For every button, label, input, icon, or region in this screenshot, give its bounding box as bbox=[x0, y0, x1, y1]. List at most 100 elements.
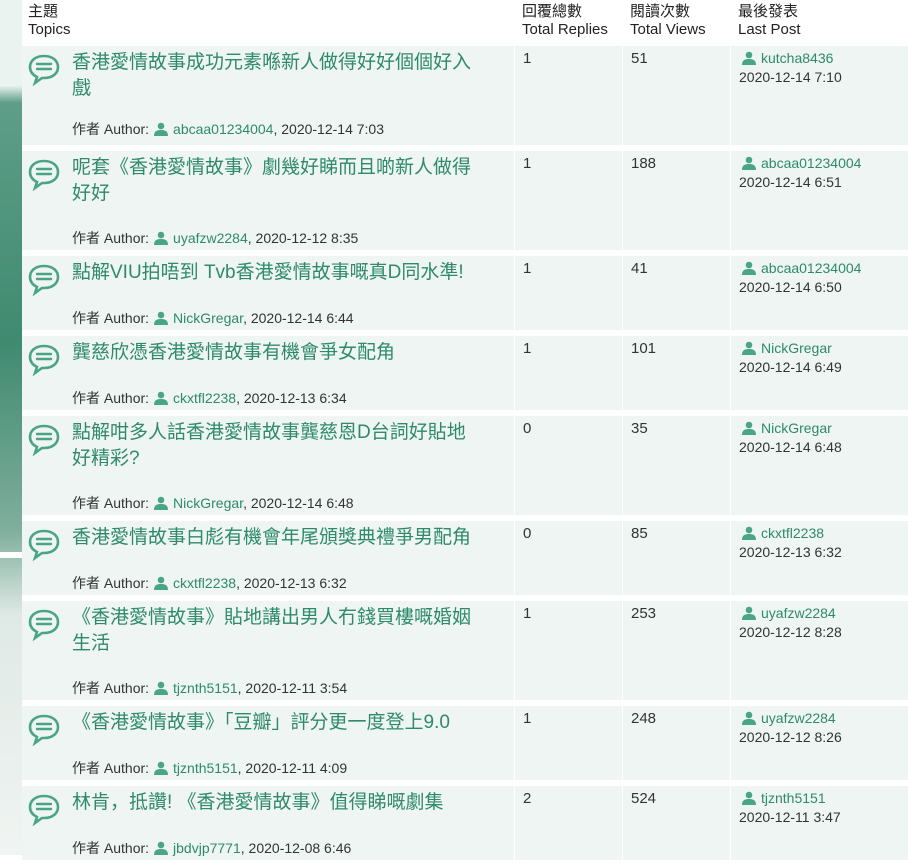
table-header: 主題 Topics 回覆總數 Total Replies 閱讀次數 Total … bbox=[22, 0, 908, 46]
last-post-user-link[interactable]: abcaa01234004 bbox=[761, 155, 861, 171]
post-date: , 2020-12-08 6:46 bbox=[240, 840, 352, 856]
view-count: 51 bbox=[631, 50, 648, 67]
topic-row: 點解咁多人話香港愛情故事龔慈恩D台詞好貼地好精彩? 作者 Author: Nick… bbox=[22, 416, 908, 515]
view-count: 101 bbox=[631, 340, 657, 357]
last-post-user-link[interactable]: kutcha8436 bbox=[761, 50, 833, 66]
header-topics[interactable]: 主題 Topics bbox=[28, 3, 71, 39]
post-date: , 2020-12-13 6:32 bbox=[236, 575, 347, 591]
reply-count: 0 bbox=[523, 525, 532, 542]
last-post: NickGregar 2020-12-14 6:49 bbox=[739, 340, 842, 376]
topic-title-link[interactable]: 點解VIU拍唔到 Tvb香港愛情故事嘅真D同水準! bbox=[72, 260, 472, 286]
last-post-user-link[interactable]: tjznth5151 bbox=[761, 790, 826, 806]
header-replies[interactable]: 回覆總數 Total Replies bbox=[522, 3, 608, 39]
user-icon bbox=[153, 841, 169, 858]
user-icon bbox=[741, 261, 757, 279]
last-post-user-link[interactable]: uyafzw2284 bbox=[761, 605, 836, 621]
last-post-user-link[interactable]: ckxtfl2238 bbox=[761, 525, 824, 541]
header-replies-en: Total Replies bbox=[522, 21, 608, 38]
author-name-link[interactable]: abcaa01234004 bbox=[173, 121, 273, 137]
last-post-user-link[interactable]: uyafzw2284 bbox=[761, 710, 836, 726]
user-icon bbox=[741, 156, 757, 174]
post-date: , 2020-12-12 8:35 bbox=[247, 230, 359, 246]
speech-bubble-icon bbox=[27, 527, 61, 562]
topic-rows: 香港愛情故事成功元素喺新人做得好好個個好入戲 作者 Author: abcaa01… bbox=[22, 46, 908, 860]
author-name-link[interactable]: ckxtfl2238 bbox=[173, 390, 236, 406]
author-name-link[interactable]: tjznth5151 bbox=[173, 680, 238, 696]
topic-title-link[interactable]: 香港愛情故事成功元素喺新人做得好好個個好入戲 bbox=[72, 50, 472, 102]
author-label: 作者 Author: bbox=[72, 495, 150, 511]
post-date: , 2020-12-14 6:48 bbox=[243, 495, 354, 511]
user-icon bbox=[153, 231, 169, 248]
last-post-user-link[interactable]: NickGregar bbox=[761, 340, 832, 356]
replies-cell: 1 bbox=[514, 601, 621, 700]
header-last-post[interactable]: 最後發表 Last Post bbox=[738, 3, 801, 39]
topic-cell: 《香港愛情故事》貼地講出男人冇錢買樓嘅婚姻生活 作者 Author: tjznth… bbox=[22, 601, 514, 700]
last-post-date: 2020-12-13 6:32 bbox=[739, 544, 842, 560]
topic-row: 點解VIU拍唔到 Tvb香港愛情故事嘅真D同水準! 作者 Author: Nick… bbox=[22, 256, 908, 330]
views-cell: 524 bbox=[622, 786, 729, 860]
author-name-link[interactable]: NickGregar bbox=[173, 310, 243, 326]
last-post-cell: ckxtfl2238 2020-12-13 6:32 bbox=[730, 521, 908, 595]
topic-row: 香港愛情故事成功元素喺新人做得好好個個好入戲 作者 Author: abcaa01… bbox=[22, 46, 908, 145]
topic-row: 香港愛情故事白彪有機會年尾頒獎典禮爭男配角 作者 Author: ckxtfl22… bbox=[22, 521, 908, 595]
header-views[interactable]: 閱讀次數 Total Views bbox=[630, 3, 706, 39]
user-icon bbox=[741, 606, 757, 624]
topic-row: 龔慈欣憑香港愛情故事有機會爭女配角 作者 Author: ckxtfl2238, … bbox=[22, 336, 908, 410]
topic-title-link[interactable]: 呢套《香港愛情故事》劇幾好睇而且啲新人做得好好 bbox=[72, 155, 472, 207]
speech-bubble-icon bbox=[27, 157, 61, 192]
author-name-link[interactable]: ckxtfl2238 bbox=[173, 575, 236, 591]
last-post-cell: abcaa01234004 2020-12-14 6:50 bbox=[730, 256, 908, 330]
last-post-cell: abcaa01234004 2020-12-14 6:51 bbox=[730, 151, 908, 250]
last-post-cell: kutcha8436 2020-12-14 7:10 bbox=[730, 46, 908, 145]
topic-title-link[interactable]: 林肯，抵讚! 《香港愛情故事》值得睇嘅劇集 bbox=[72, 790, 472, 816]
last-post-date: 2020-12-12 8:26 bbox=[739, 729, 842, 745]
author-label: 作者 Author: bbox=[72, 680, 150, 696]
last-post-user-link[interactable]: abcaa01234004 bbox=[761, 260, 861, 276]
speech-bubble-icon bbox=[27, 607, 61, 642]
post-date: , 2020-12-11 3:54 bbox=[237, 680, 348, 696]
user-icon bbox=[153, 122, 169, 139]
topic-row: 呢套《香港愛情故事》劇幾好睇而且啲新人做得好好 作者 Author: uyafzw… bbox=[22, 151, 908, 250]
topic-title-link[interactable]: 《香港愛情故事》「豆瓣」評分更一度登上9.0 bbox=[72, 710, 472, 736]
last-post: abcaa01234004 2020-12-14 6:50 bbox=[739, 260, 861, 296]
view-count: 85 bbox=[631, 525, 648, 542]
topic-author: 作者 Author: abcaa01234004, 2020-12-14 7:03 bbox=[72, 119, 384, 139]
topic-author: 作者 Author: uyafzw2284, 2020-12-12 8:35 bbox=[72, 228, 358, 248]
last-post-date: 2020-12-14 6:49 bbox=[739, 359, 842, 375]
author-label: 作者 Author: bbox=[72, 760, 150, 776]
last-post-cell: uyafzw2284 2020-12-12 8:26 bbox=[730, 706, 908, 780]
topic-title-link[interactable]: 香港愛情故事白彪有機會年尾頒獎典禮爭男配角 bbox=[72, 525, 472, 551]
user-icon bbox=[741, 51, 757, 69]
view-count: 35 bbox=[631, 420, 648, 437]
topic-author: 作者 Author: ckxtfl2238, 2020-12-13 6:32 bbox=[72, 573, 347, 593]
view-count: 253 bbox=[631, 605, 657, 622]
replies-cell: 1 bbox=[514, 151, 621, 250]
last-post: kutcha8436 2020-12-14 7:10 bbox=[739, 50, 842, 86]
views-cell: 253 bbox=[622, 601, 729, 700]
last-post-user-link[interactable]: NickGregar bbox=[761, 420, 832, 436]
reply-count: 0 bbox=[523, 420, 532, 437]
author-label: 作者 Author: bbox=[72, 575, 150, 591]
user-icon bbox=[153, 391, 169, 408]
author-name-link[interactable]: NickGregar bbox=[173, 495, 243, 511]
topic-cell: 香港愛情故事白彪有機會年尾頒獎典禮爭男配角 作者 Author: ckxtfl22… bbox=[22, 521, 514, 595]
topic-row: 《香港愛情故事》貼地講出男人冇錢買樓嘅婚姻生活 作者 Author: tjznth… bbox=[22, 601, 908, 700]
views-cell: 188 bbox=[622, 151, 729, 250]
views-cell: 35 bbox=[622, 416, 729, 515]
replies-cell: 1 bbox=[514, 706, 621, 780]
views-cell: 248 bbox=[622, 706, 729, 780]
speech-bubble-icon bbox=[27, 422, 61, 457]
user-icon bbox=[153, 761, 169, 778]
topic-title-link[interactable]: 《香港愛情故事》貼地講出男人冇錢買樓嘅婚姻生活 bbox=[72, 605, 472, 657]
topic-title-link[interactable]: 點解咁多人話香港愛情故事龔慈恩D台詞好貼地好精彩? bbox=[72, 420, 472, 472]
topic-author: 作者 Author: NickGregar, 2020-12-14 6:48 bbox=[72, 493, 354, 513]
author-name-link[interactable]: tjznth5151 bbox=[173, 760, 238, 776]
last-post-cell: NickGregar 2020-12-14 6:49 bbox=[730, 336, 908, 410]
reply-count: 2 bbox=[523, 790, 532, 807]
user-icon bbox=[741, 421, 757, 439]
topic-title-link[interactable]: 龔慈欣憑香港愛情故事有機會爭女配角 bbox=[72, 340, 472, 366]
author-name-link[interactable]: jbdvjp7771 bbox=[173, 840, 241, 856]
background-left bbox=[0, 0, 22, 855]
reply-count: 1 bbox=[523, 340, 532, 357]
author-name-link[interactable]: uyafzw2284 bbox=[173, 230, 248, 246]
